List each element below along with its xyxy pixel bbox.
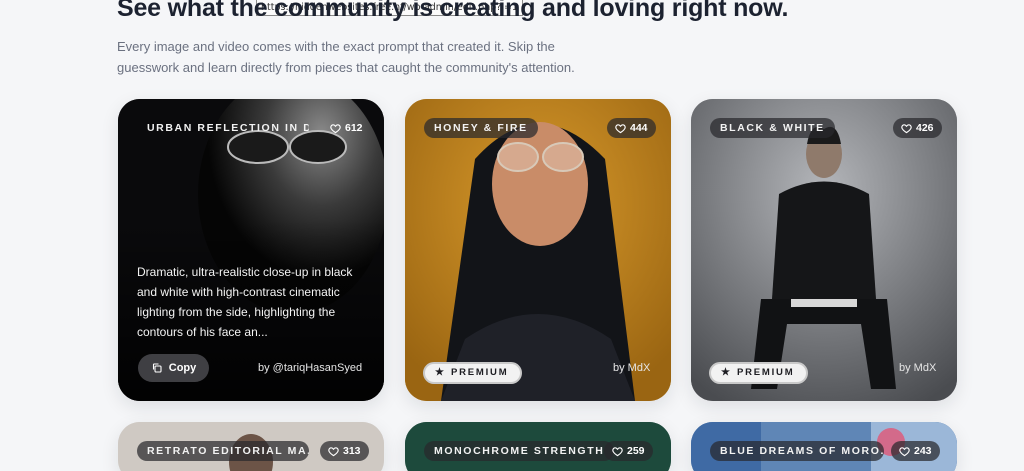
prompt-card-black-white[interactable] bbox=[691, 99, 957, 401]
card-author[interactable]: by @tariqHasanSyed bbox=[258, 362, 362, 374]
copy-button[interactable]: Copy bbox=[138, 354, 209, 382]
likes-badge[interactable]: 259 bbox=[604, 441, 653, 461]
prompt-card-honey-fire[interactable] bbox=[405, 99, 671, 401]
section-subtitle: Every image and video comes with the exa… bbox=[117, 39, 575, 75]
star-icon: ★ bbox=[721, 367, 730, 378]
card-author[interactable]: by MdX bbox=[899, 362, 936, 374]
likes-count: 259 bbox=[627, 445, 645, 457]
heart-icon bbox=[328, 446, 339, 456]
card-title-pill: MONOCHROME STRENGTH bbox=[424, 441, 615, 461]
heart-icon bbox=[615, 123, 626, 133]
premium-label: PREMIUM bbox=[736, 367, 795, 378]
likes-badge[interactable]: 612 bbox=[322, 118, 371, 138]
heart-icon bbox=[612, 446, 623, 456]
star-icon: ★ bbox=[435, 367, 444, 378]
likes-count: 444 bbox=[630, 122, 648, 134]
likes-badge[interactable]: 444 bbox=[607, 118, 656, 138]
premium-label: PREMIUM bbox=[450, 367, 509, 378]
likes-count: 313 bbox=[343, 445, 361, 457]
likes-badge[interactable]: 243 bbox=[891, 441, 940, 461]
premium-badge: ★ PREMIUM bbox=[709, 362, 809, 384]
card-title-pill: URBAN REFLECTION IN D... bbox=[147, 122, 309, 134]
premium-badge: ★ PREMIUM bbox=[423, 362, 523, 384]
likes-badge[interactable]: 426 bbox=[893, 118, 942, 138]
copy-label: Copy bbox=[168, 362, 197, 374]
card-title-pill: BLACK & WHITE bbox=[710, 118, 835, 138]
card-author[interactable]: by MdX bbox=[613, 362, 650, 374]
likes-count: 243 bbox=[914, 445, 932, 457]
card-title-pill: BLUE DREAMS OF MORO... bbox=[710, 441, 884, 461]
likes-badge[interactable]: 313 bbox=[320, 441, 369, 461]
card-image-woman-glasses bbox=[405, 99, 671, 401]
heart-icon bbox=[901, 123, 912, 133]
likes-count: 426 bbox=[916, 122, 934, 134]
likes-count: 612 bbox=[345, 122, 363, 134]
card-title-pill: RETRATO EDITORIAL MA... bbox=[137, 441, 309, 461]
card-title-pill: HONEY & FIRE bbox=[424, 118, 538, 138]
heart-icon bbox=[330, 123, 341, 133]
prompt-description: Dramatic, ultra-realistic close-up in bl… bbox=[137, 265, 353, 339]
copy-icon bbox=[152, 363, 162, 373]
card-image-man-suit-seated bbox=[691, 99, 957, 401]
heart-icon bbox=[899, 446, 910, 456]
section-heading: See what the community is creating and l… bbox=[117, 0, 789, 22]
